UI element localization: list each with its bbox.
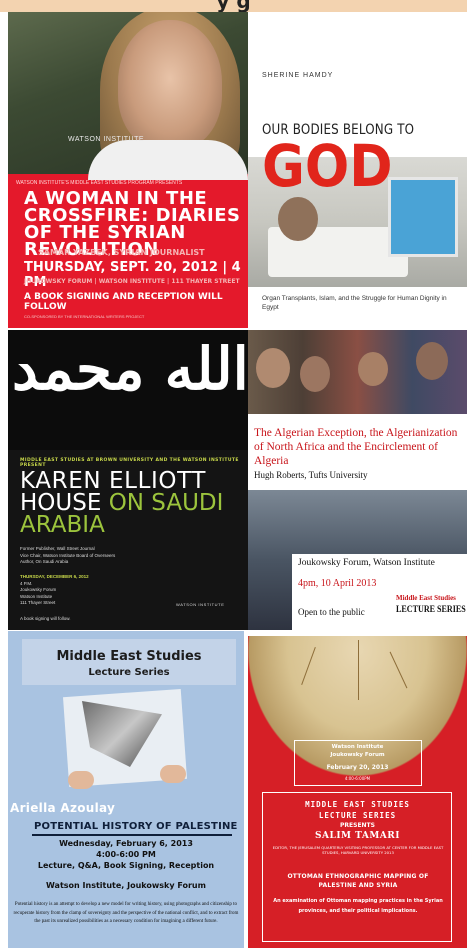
poster-potential-history-of-palestine[interactable]: Middle East Studies Lecture Series Ariel… [8,631,244,948]
series-label-bottom: LECTURE SERIES [396,605,466,615]
face-shape [118,20,222,150]
event-date: THURSDAY, DECEMBER 6, 2012 [20,574,89,579]
book-author: SHERINE HAMDY [262,72,334,79]
speaker-info: Former Publisher, Wall Street Journal Vi… [20,546,115,566]
series-label-bottom: LECTURE SERIES [318,811,397,820]
presents-label: PRESENTS [340,822,375,829]
lecture-time: 4:00-6:00 PM [96,850,156,859]
speaker-bio: EDITOR, THE JERUSALEM QUARTERLY VISITING… [272,845,444,856]
shirt-shape [88,140,248,180]
map-line [301,647,316,685]
calligraphy-banner: لا إله إلا الله محمد [8,330,248,450]
poster-speaker: SAMAR YAZBEK, SYRIAN JOURNALIST [38,248,205,257]
watson-label: WATSON INSTITUTE [68,136,145,143]
event-time: 4:00-6:00PM [344,776,371,781]
institute-name: Watson Institute [331,744,384,750]
lecture-speaker: Hugh Roberts, Tufts University [254,470,368,480]
lecture-title: The Algerian Exception, the Algerianizat… [254,427,458,467]
poster-follow-note: A BOOK SIGNING AND RECEPTION WILL FOLLOW [24,292,223,312]
divider [32,834,232,836]
poster-photo: WATSON INSTITUTE [8,12,248,180]
top-banner: y g [0,0,467,12]
event-details: THURSDAY, DECEMBER 6, 2012 4 P.M. Joukow… [20,574,89,607]
info-line: Author, On Saudi Arabia [20,559,69,564]
series-label-top: Middle East Studies [396,594,456,602]
hand-shape [68,771,94,789]
series-header: Middle East Studies Lecture Series [22,639,236,685]
crowd-head [358,352,388,386]
map-line [358,640,359,700]
poster-algerian-exception[interactable]: The Algerian Exception, the Algerianizat… [248,330,467,630]
poster-presenter: WATSON INSTITUTE'S MIDDLE EAST STUDIES P… [16,180,183,186]
lecture-description: An examination of Ottoman mapping practi… [273,898,443,914]
hand-shape [160,765,186,783]
lecture-venue: Watson Institute, Joukowsky Forum [46,881,206,890]
lecture-venue: Joukowsky Forum, Watson Institute [298,558,435,568]
speaker-name: SALIM TAMARI [315,831,400,841]
poster-presenter: MIDDLE EAST STUDIES AT BROWN UNIVERSITY … [20,458,239,468]
series-name: Lecture Series [88,667,170,678]
lecture-time: 4pm, 10 April 2013 [298,578,377,589]
program-name: Middle East Studies [56,649,202,664]
poster-fine-print: CO-SPONSORED BY THE INTERNATIONAL WRITER… [24,314,145,319]
crowd-head [416,342,448,380]
event-date: February 20, 2013 [326,764,389,771]
topic-text: ON SAUDI [108,490,224,516]
poster-woman-in-the-crossfire[interactable]: WATSON INSTITUTE WATSON INSTITUTE'S MIDD… [8,12,248,328]
poster-date: THURSDAY, SEPT. 20, 2012 | 4 PM [24,260,241,290]
lecture-description: Potential history is an attempt to devel… [13,902,239,924]
map-line [389,651,408,689]
topic-line2: ARABIA [20,512,105,538]
lecture-access: Open to the public [298,607,365,617]
speaker-name-line1: KAREN ELLIOTT [20,468,206,494]
lecture-events: Lecture, Q&A, Book Signing, Reception [37,861,215,870]
poster-location: JOUKOWSKY FORUM | WATSON INSTITUTE | 111… [24,278,240,285]
calligraphy-text: لا إله إلا الله محمد [12,335,248,403]
forum-name: Joukowsky Forum [330,752,385,758]
series-label-top: MIDDLE EAST STUDIES [305,800,410,809]
dialysis-machine-shape [388,177,458,257]
speaker-name-line2: HOUSE ON SAUDI [20,490,224,516]
detail-line: 111 Thayer Street [20,600,56,605]
speaker-name: Ariella Azoulay [10,801,116,815]
poster-karen-elliott-house[interactable]: لا إله إلا الله محمد MIDDLE EAST STUDIES… [8,330,248,630]
book-subtitle: Organ Transplants, Islam, and the Strugg… [262,295,447,311]
lecture-title: POTENTIAL HISTORY OF PALESTINE [34,821,238,832]
book-title-line2: GOD [262,132,393,200]
crowd-head [256,348,290,388]
signing-note: A book signing will follow. [20,616,71,621]
lecture-title: OTTOMAN ETHNOGRAPHIC MAPPING OF PALESTIN… [287,873,429,889]
poster-our-bodies-belong-to-god[interactable]: SHERINE HAMDY OUR BODIES BELONG TO GOD O… [248,12,467,328]
patient-shape [278,197,318,241]
lecture-date: Wednesday, February 6, 2013 [59,839,193,848]
top-photo-collage [248,330,467,414]
watson-logo: WATSON INSTITUTE [176,602,225,607]
banner-title: y g [216,0,251,12]
crowd-head [300,356,330,392]
poster-ottoman-ethnographic-mapping[interactable]: Watson Institute Joukowsky Forum Februar… [248,636,467,948]
